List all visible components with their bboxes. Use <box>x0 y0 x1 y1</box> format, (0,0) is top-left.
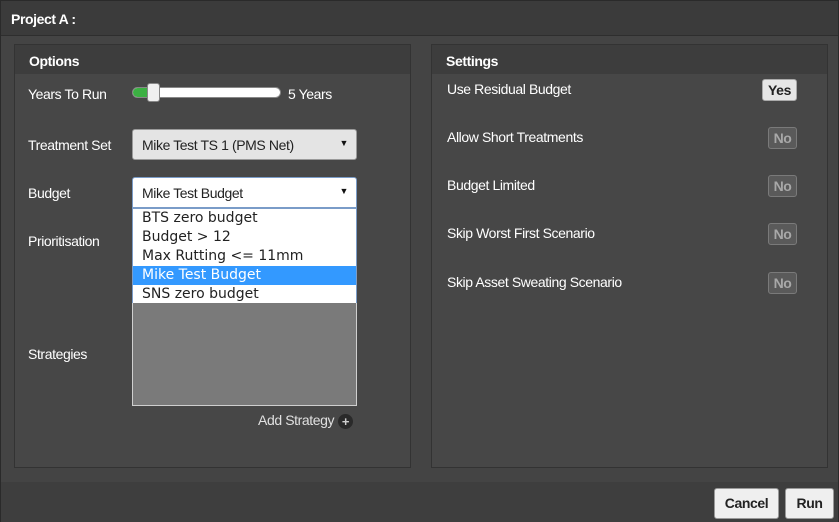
years-slider-handle[interactable] <box>147 83 160 102</box>
skip-worst-first-label: Skip Worst First Scenario <box>447 225 595 241</box>
options-title: Options <box>29 53 80 69</box>
prioritisation-label: Prioritisation <box>28 233 100 249</box>
budget-value: Mike Test Budget <box>142 185 243 201</box>
dialog-footer <box>1 482 838 522</box>
add-strategy-link[interactable]: Add Strategy <box>258 412 335 428</box>
use-residual-budget-label: Use Residual Budget <box>447 81 571 97</box>
chevron-down-icon: ▼ <box>339 186 348 196</box>
skip-asset-sweating-label: Skip Asset Sweating Scenario <box>447 274 622 290</box>
skip-asset-sweating-toggle[interactable]: No <box>768 272 797 294</box>
years-to-run-label: Years To Run <box>28 86 107 102</box>
budget-option[interactable]: SNS zero budget <box>133 285 356 304</box>
budget-limited-toggle[interactable]: No <box>768 175 797 197</box>
budget-option[interactable]: BTS zero budget <box>133 209 356 228</box>
treatment-set-value: Mike Test TS 1 (PMS Net) <box>142 137 294 153</box>
budget-label: Budget <box>28 185 70 201</box>
dialog-title: Project A : <box>11 11 76 27</box>
skip-worst-first-toggle[interactable]: No <box>768 223 797 245</box>
allow-short-treatments-label: Allow Short Treatments <box>447 129 583 145</box>
strategies-label: Strategies <box>28 346 88 362</box>
settings-header: Settings <box>432 45 827 74</box>
title-bar: Project A : <box>1 1 838 36</box>
cancel-button[interactable]: Cancel <box>714 488 779 519</box>
budget-dropdown-list: BTS zero budget Budget > 12 Max Rutting … <box>132 208 357 305</box>
project-dialog: Project A : Options Years To Run 5 Years… <box>0 0 839 522</box>
strategies-list[interactable] <box>132 303 357 406</box>
chevron-down-icon: ▼ <box>339 138 348 148</box>
settings-title: Settings <box>446 53 499 69</box>
treatment-set-select[interactable]: Mike Test TS 1 (PMS Net) ▼ <box>132 129 357 160</box>
use-residual-budget-toggle[interactable]: Yes <box>762 79 797 101</box>
budget-option[interactable]: Budget > 12 <box>133 228 356 247</box>
settings-panel: Settings <box>431 44 828 468</box>
options-header: Options <box>15 45 410 74</box>
allow-short-treatments-toggle[interactable]: No <box>768 127 797 149</box>
budget-limited-label: Budget Limited <box>447 177 535 193</box>
budget-select[interactable]: Mike Test Budget ▼ <box>132 177 357 208</box>
add-icon[interactable]: + <box>338 414 353 429</box>
run-button[interactable]: Run <box>785 488 834 519</box>
treatment-set-label: Treatment Set <box>28 137 111 153</box>
budget-option[interactable]: Max Rutting <= 11mm <box>133 247 356 266</box>
years-value: 5 Years <box>288 86 332 102</box>
budget-option-selected[interactable]: Mike Test Budget <box>133 266 356 285</box>
